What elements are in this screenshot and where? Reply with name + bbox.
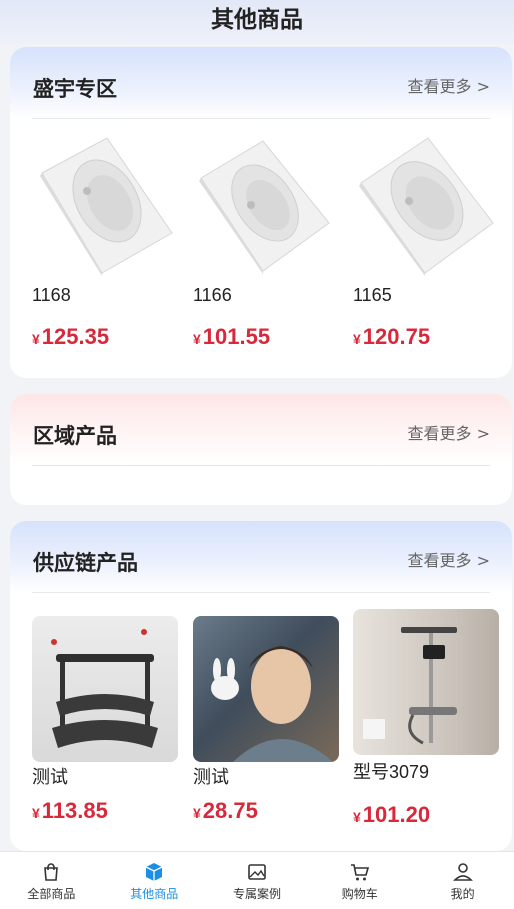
tab-label: 购物车 bbox=[341, 887, 378, 901]
section-regional: 区域产品 查看更多 > bbox=[10, 394, 512, 505]
product-name: 1166 bbox=[193, 285, 232, 305]
page-header: 其他商品 bbox=[0, 0, 514, 44]
divider bbox=[32, 465, 490, 466]
view-more-link[interactable]: 查看更多 > bbox=[408, 420, 491, 444]
product-name: 测试 bbox=[32, 767, 68, 787]
user-icon bbox=[452, 863, 473, 881]
section-header: 盛宇专区 查看更多 > bbox=[10, 47, 512, 119]
bottom-tabbar: 全部商品 其他商品 专属案例 购物车 我的 bbox=[0, 851, 514, 909]
divider bbox=[32, 118, 490, 119]
product-price: ¥125.35 bbox=[32, 324, 110, 349]
product-image bbox=[32, 616, 178, 762]
section-title: 区域产品 bbox=[33, 424, 117, 448]
tab-mine[interactable]: 我的 bbox=[411, 852, 514, 909]
section-supply-chain: 供应链产品 查看更多 > 测试 ¥113.85 测试 ¥28.75 型号3079… bbox=[10, 521, 512, 851]
section-header: 区域产品 查看更多 > bbox=[10, 394, 512, 466]
tab-cart[interactable]: 购物车 bbox=[308, 852, 411, 909]
section-header: 供应链产品 查看更多 > bbox=[10, 521, 512, 593]
view-more-link[interactable]: 查看更多 > bbox=[408, 547, 491, 571]
product-card[interactable]: 1166 ¥101.55 bbox=[193, 133, 339, 350]
product-name: 测试 bbox=[193, 767, 229, 787]
product-card[interactable]: 1168 ¥125.35 bbox=[32, 133, 178, 350]
section-title: 供应链产品 bbox=[33, 551, 138, 575]
product-price: ¥28.75 bbox=[193, 798, 258, 823]
cube-icon bbox=[145, 863, 163, 881]
tab-other-products[interactable]: 其他商品 bbox=[103, 852, 206, 909]
product-card[interactable]: 型号3079 ¥101.20 bbox=[353, 609, 499, 828]
tab-exclusive-cases[interactable]: 专属案例 bbox=[206, 852, 309, 909]
product-image bbox=[353, 609, 499, 755]
tab-label: 我的 bbox=[450, 887, 475, 901]
page-title: 其他商品 bbox=[211, 7, 303, 33]
tab-label: 专属案例 bbox=[232, 887, 281, 901]
product-price: ¥120.75 bbox=[353, 324, 431, 349]
section-title: 盛宇专区 bbox=[33, 77, 117, 101]
product-image bbox=[193, 616, 339, 762]
product-card[interactable]: 1165 ¥120.75 bbox=[353, 133, 499, 350]
tab-label: 其他商品 bbox=[130, 887, 179, 901]
product-name: 1165 bbox=[353, 285, 392, 305]
tab-label: 全部商品 bbox=[27, 887, 76, 901]
product-image bbox=[32, 133, 178, 279]
image-icon bbox=[248, 864, 266, 880]
product-card[interactable]: 测试 ¥28.75 bbox=[193, 616, 339, 824]
product-name: 1168 bbox=[32, 285, 71, 305]
section-shengyu: 盛宇专区 查看更多 > 1168 ¥125.35 1166 ¥101.55 11… bbox=[10, 47, 512, 378]
view-more-link[interactable]: 查看更多 > bbox=[408, 73, 491, 97]
divider bbox=[32, 592, 490, 593]
product-name: 型号3079 bbox=[353, 762, 430, 782]
product-card[interactable]: 测试 ¥113.85 bbox=[32, 616, 178, 824]
bag-icon bbox=[44, 863, 59, 881]
cart-icon bbox=[350, 864, 369, 881]
product-price: ¥101.20 bbox=[353, 802, 431, 827]
tab-all-products[interactable]: 全部商品 bbox=[0, 852, 103, 909]
product-price: ¥101.55 bbox=[193, 324, 271, 349]
product-price: ¥113.85 bbox=[32, 798, 108, 823]
product-image bbox=[353, 133, 499, 279]
product-image bbox=[193, 133, 339, 279]
